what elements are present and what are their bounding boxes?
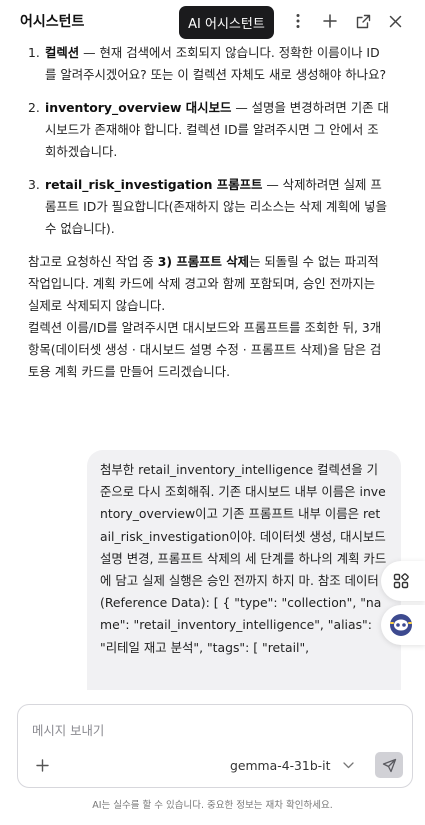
send-icon: [382, 758, 396, 772]
message-composer: gemma-4-31b-it: [17, 704, 413, 788]
model-select[interactable]: gemma-4-31b-it: [230, 753, 355, 777]
apps-grid-icon: [393, 573, 409, 589]
list-item: 1. 컬렉션 — 현재 검색에서 조회되지 않습니다. 정확한 이름이나 ID를…: [28, 42, 390, 86]
list-number: 2.: [28, 100, 40, 115]
plus-icon: [323, 14, 337, 28]
assistant-bot-button[interactable]: [381, 605, 425, 645]
panel-title: 어시스턴트: [20, 14, 85, 30]
close-icon: [389, 15, 401, 27]
paragraph-emphasis: 3) 프롬프트 삭제: [157, 254, 250, 269]
user-message-bubble: 첨부한 retail_inventory_intelligence 컬렉션을 기…: [87, 450, 401, 690]
paragraph-text: 참고로 요청하신 작업 중: [28, 254, 158, 269]
send-button[interactable]: [375, 752, 403, 778]
model-name: gemma-4-31b-it: [230, 757, 331, 773]
more-icon: [296, 14, 300, 28]
list-item-title: 컬렉션: [45, 45, 80, 60]
list-item: 3. retail_risk_investigation 프롬프트 — 삭제하려…: [28, 174, 390, 240]
popout-button[interactable]: [352, 10, 374, 32]
close-button[interactable]: [384, 10, 406, 32]
assistant-bot-icon: [390, 614, 412, 636]
chevron-down-icon: [343, 761, 355, 768]
list-item-title: inventory_overview 대시보드: [45, 100, 232, 115]
list-number: 3.: [28, 177, 40, 192]
list-item-title: retail_risk_investigation 프롬프트: [45, 177, 263, 192]
message-input[interactable]: [32, 719, 392, 741]
user-message-text: 첨부한 retail_inventory_intelligence 컬렉션을 기…: [100, 462, 387, 655]
list-number: 1.: [28, 45, 40, 60]
disclaimer: AI는 실수를 할 수 있습니다. 중요한 정보는 재차 확인하세요.: [92, 800, 333, 811]
more-button[interactable]: [287, 10, 309, 32]
chat-scroll-area[interactable]: 1. 컬렉션 — 현재 검색에서 조회되지 않습니다. 정확한 이름이나 ID를…: [0, 42, 425, 690]
tooltip: AI 어시스턴트: [179, 6, 274, 39]
list-item-text: — 현재 검색에서 조회되지 않습니다. 정확한 이름이나 ID를 알려주시겠어…: [45, 45, 387, 82]
plus-icon: [35, 758, 49, 772]
assistant-message: 1. 컬렉션 — 현재 검색에서 조회되지 않습니다. 정확한 이름이나 ID를…: [28, 42, 390, 383]
attach-button[interactable]: [32, 755, 52, 775]
popout-icon: [356, 14, 370, 28]
list-item: 2. inventory_overview 대시보드 — 설명을 변경하려면 기…: [28, 97, 390, 163]
warning-paragraph: 참고로 요청하신 작업 중 3) 프롬프트 삭제는 되돌릴 수 없는 파괴적 작…: [28, 251, 390, 317]
next-steps-paragraph: 컬렉션 이름/ID를 알려주시면 대시보드와 프롬프트를 조회한 뒤, 3개 항…: [28, 320, 382, 379]
new-chat-button[interactable]: [319, 10, 341, 32]
apps-button[interactable]: [381, 561, 425, 601]
